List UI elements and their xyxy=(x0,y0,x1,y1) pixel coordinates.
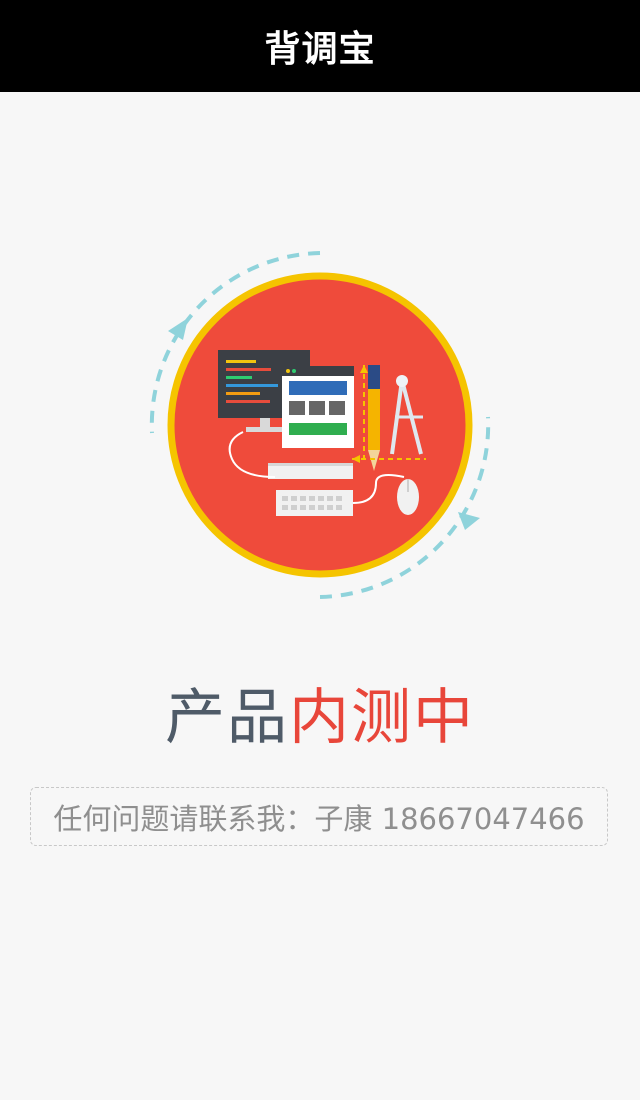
arc-arrow-bottom-right xyxy=(458,512,480,530)
arc-arrow-top-left xyxy=(168,318,188,340)
headline-beta: 内测中 xyxy=(289,683,475,753)
headline: 产品内测中 xyxy=(0,680,640,756)
headline-product: 产品 xyxy=(165,683,289,753)
web-development-illustration-icon xyxy=(140,245,500,605)
app-title: 背调宝 xyxy=(264,29,376,70)
contact-text: 任何问题请联系我：子康 18667047466 xyxy=(53,801,585,836)
app-header: 背调宝 xyxy=(0,0,640,92)
contact-box: 任何问题请联系我：子康 18667047466 xyxy=(30,787,608,846)
